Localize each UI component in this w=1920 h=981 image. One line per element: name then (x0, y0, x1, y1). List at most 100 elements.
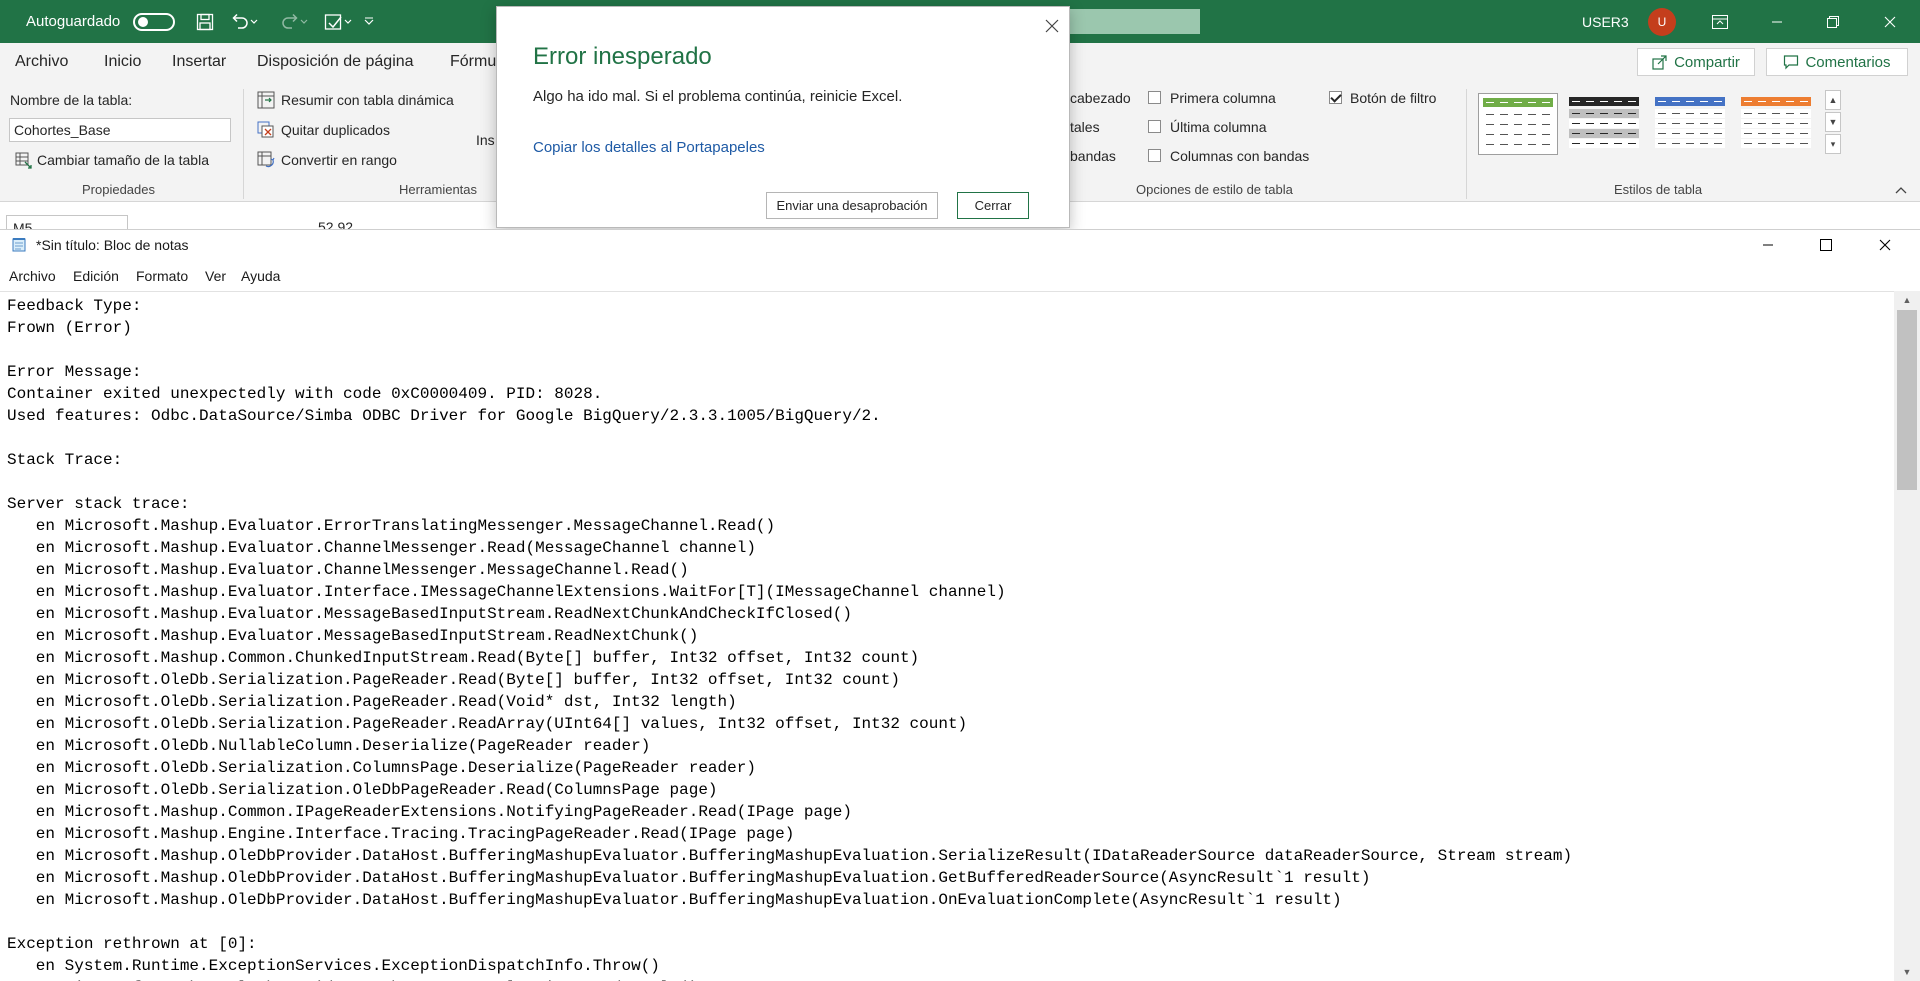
table-name-field[interactable] (9, 118, 231, 142)
undo-button[interactable] (226, 0, 262, 43)
tab-archivo[interactable]: Archivo (15, 43, 68, 81)
maximize-icon (1820, 239, 1832, 251)
send-frown-button[interactable]: Enviar una desaprobación (766, 192, 938, 219)
gallery-scroll-up-button[interactable]: ▲ (1825, 90, 1841, 110)
group-label-herramientas: Herramientas (399, 182, 478, 197)
notepad-close-button[interactable] (1862, 230, 1908, 260)
copy-details-link[interactable]: Copiar los detalles al Portapapeles (533, 139, 765, 156)
ribbon-display-options-button[interactable] (1700, 0, 1740, 43)
pivot-table-icon (257, 91, 275, 109)
menu-ver[interactable]: Ver (205, 266, 226, 286)
notepad-icon (12, 238, 26, 252)
redo-icon (282, 13, 308, 29)
convert-range-icon (257, 151, 275, 168)
notepad-window: *Sin título: Bloc de notas Archivo Edici… (0, 229, 1920, 981)
last-column-checkbox[interactable] (1148, 120, 1161, 133)
comments-label: Comentarios (1805, 53, 1891, 71)
restore-icon (1827, 15, 1839, 28)
minimize-button[interactable] (1757, 0, 1797, 43)
share-icon (1652, 55, 1667, 70)
total-row-label[interactable]: tales (1070, 119, 1100, 135)
header-row-label[interactable]: cabezado (1070, 90, 1131, 106)
tab-inicio[interactable]: Inicio (104, 43, 141, 81)
form-button[interactable] (320, 0, 356, 43)
table-name-label: Nombre de la tabla: (10, 92, 133, 108)
remove-duplicates-icon (257, 121, 274, 138)
resize-table-button[interactable]: Cambiar tamaño de la tabla (37, 151, 209, 169)
filter-button-checkbox[interactable] (1329, 91, 1342, 104)
save-button[interactable] (190, 0, 220, 43)
notepad-maximize-button[interactable] (1803, 230, 1849, 260)
autosave-toggle[interactable] (131, 0, 177, 43)
error-dialog: Error inesperado Algo ha ido mal. Si el … (496, 6, 1070, 228)
notepad-menu-bar: Archivo Edición Formato Ver Ayuda (0, 266, 1920, 286)
share-button[interactable]: Compartir (1637, 48, 1755, 76)
avatar[interactable]: U (1646, 0, 1678, 43)
resize-table-icon (15, 152, 32, 169)
dialog-close-button[interactable] (1041, 15, 1063, 37)
filter-button-label: Botón de filtro (1350, 90, 1437, 106)
close-icon (1879, 239, 1891, 251)
comments-button[interactable]: Comentarios (1766, 48, 1908, 76)
toggle-track (133, 12, 175, 31)
dialog-message: Algo ha ido mal. Si el problema continúa… (533, 88, 903, 105)
insert-slicer-partial[interactable]: Ins (476, 132, 495, 148)
group-divider (243, 89, 244, 199)
first-column-label: Primera columna (1170, 90, 1276, 106)
ribbon-display-icon (1712, 14, 1728, 29)
table-style-green[interactable] (1478, 93, 1558, 155)
notepad-text-area[interactable]: Feedback Type: Frown (Error) Error Messa… (0, 291, 1894, 981)
notepad-title-bar: *Sin título: Bloc de notas (0, 230, 1920, 260)
close-icon (1884, 16, 1896, 27)
vertical-scrollbar[interactable]: ▲ ▼ (1894, 291, 1920, 981)
menu-formato[interactable]: Formato (136, 266, 188, 286)
group-label-propiedades: Propiedades (82, 182, 155, 197)
collapse-ribbon-icon[interactable] (1894, 185, 1908, 195)
restore-button[interactable] (1813, 0, 1853, 43)
autosave-label: Autoguardado (26, 13, 121, 30)
table-style-blue[interactable] (1651, 93, 1729, 153)
customize-qat-button[interactable] (358, 0, 380, 43)
tab-disposicion[interactable]: Disposición de página (257, 43, 414, 81)
scroll-thumb[interactable] (1897, 310, 1917, 490)
tab-insertar[interactable]: Insertar (172, 43, 226, 81)
banded-rows-label[interactable]: bandas (1070, 148, 1116, 164)
menu-archivo[interactable]: Archivo (9, 266, 56, 286)
group-divider (1466, 89, 1467, 199)
close-icon (1045, 19, 1059, 33)
redo-button[interactable] (276, 0, 312, 43)
group-label-estilos: Estilos de tabla (1614, 182, 1703, 197)
table-style-black[interactable] (1565, 93, 1643, 153)
pivot-table-button[interactable]: Resumir con tabla dinámica (281, 91, 454, 109)
table-style-orange[interactable] (1737, 93, 1815, 153)
comment-icon (1784, 55, 1799, 70)
share-label: Compartir (1674, 53, 1740, 71)
scroll-down-arrow[interactable]: ▼ (1894, 963, 1920, 981)
notepad-minimize-button[interactable] (1745, 230, 1791, 260)
menu-edicion[interactable]: Edición (73, 266, 119, 286)
group-label-opciones-estilo: Opciones de estilo de tabla (1136, 182, 1293, 197)
chevron-down-icon (364, 17, 374, 25)
minimize-icon (1763, 244, 1773, 246)
notepad-content: Feedback Type: Frown (Error) Error Messa… (7, 297, 1573, 981)
menu-ayuda[interactable]: Ayuda (241, 266, 280, 286)
name-box[interactable]: M5 (6, 215, 128, 229)
dialog-title: Error inesperado (533, 43, 712, 70)
close-dialog-button[interactable]: Cerrar (957, 192, 1029, 219)
save-icon (196, 13, 214, 30)
first-column-checkbox[interactable] (1148, 91, 1161, 104)
gallery-scroll-down-button[interactable]: ▼ (1825, 112, 1841, 132)
formula-value[interactable]: 52.92 (318, 215, 353, 229)
close-button[interactable] (1870, 0, 1910, 43)
convert-to-range-button[interactable]: Convertir en rango (281, 151, 397, 169)
banded-columns-checkbox[interactable] (1148, 149, 1161, 162)
gallery-more-button[interactable]: ▾ (1825, 134, 1841, 154)
toggle-knob (138, 16, 148, 27)
avatar-initial: U (1648, 7, 1676, 36)
notepad-title: *Sin título: Bloc de notas (36, 237, 189, 253)
tab-formulas[interactable]: Fórmu (450, 43, 496, 81)
scroll-up-arrow[interactable]: ▲ (1894, 291, 1920, 309)
form-icon (324, 13, 352, 30)
search-box[interactable] (1066, 9, 1200, 34)
remove-duplicates-button[interactable]: Quitar duplicados (281, 121, 390, 139)
